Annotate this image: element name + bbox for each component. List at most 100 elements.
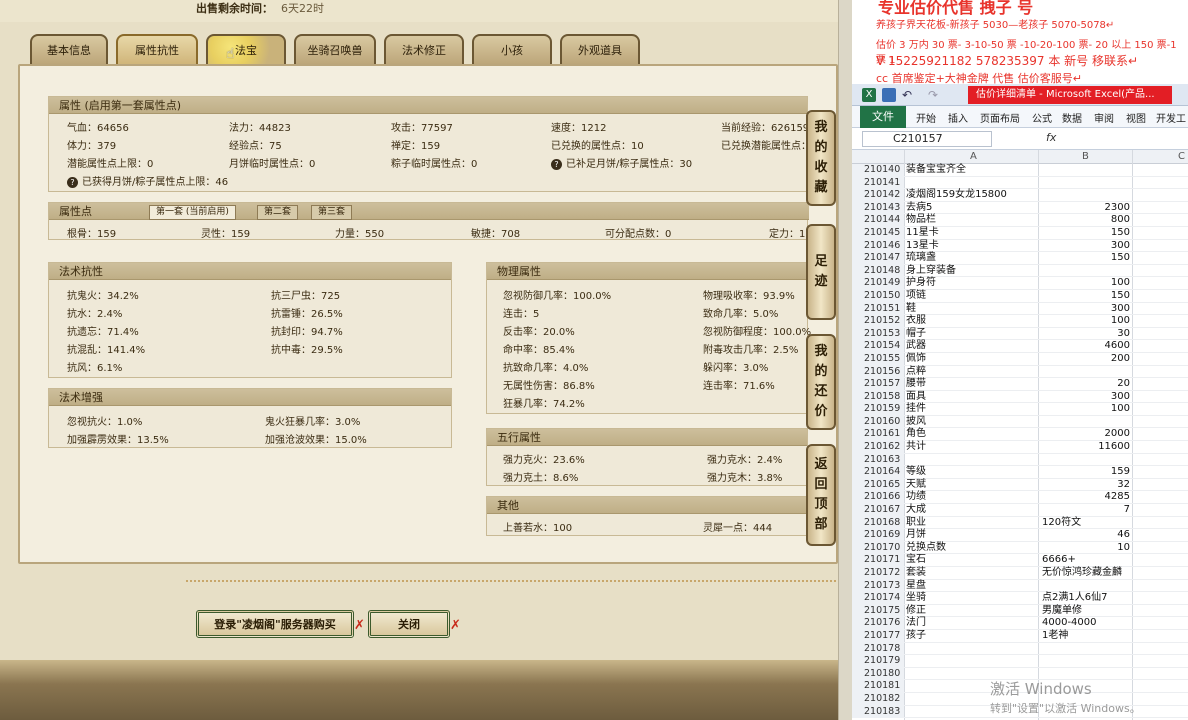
row-number[interactable]: 210181: [852, 680, 904, 693]
table-row[interactable]: 210177 孩子 1老神: [852, 629, 1188, 643]
table-row[interactable]: 210155 佩饰 200: [852, 352, 1188, 366]
save-icon[interactable]: [882, 88, 896, 102]
sheet-grid[interactable]: 210140 装备宝宝齐全 210141 210142 凌烟阁159女龙15800 210…: [852, 164, 1188, 719]
cell-a[interactable]: 天赋: [906, 479, 926, 492]
fx-icon[interactable]: fx: [1046, 131, 1056, 144]
cell-b[interactable]: 4285: [1040, 491, 1130, 504]
row-number[interactable]: 210143: [852, 201, 904, 215]
row-number[interactable]: 210183: [852, 705, 904, 719]
table-row[interactable]: 210145 11星卡 150: [852, 226, 1188, 240]
row-number[interactable]: 210173: [852, 579, 904, 593]
cell-a[interactable]: 鞋: [906, 303, 916, 316]
row-number[interactable]: 210170: [852, 541, 904, 555]
footprint-button[interactable]: 足迹: [806, 224, 836, 320]
table-row[interactable]: 210164 等级 159: [852, 466, 1188, 479]
cell-b[interactable]: 11600: [1040, 441, 1130, 454]
row-number[interactable]: 210166: [852, 491, 904, 505]
row-number[interactable]: 210148: [852, 264, 904, 278]
row-number[interactable]: 210165: [852, 478, 904, 492]
cell-a[interactable]: 11星卡: [906, 227, 939, 240]
row-number[interactable]: 210149: [852, 277, 904, 290]
cell-a[interactable]: 兑换点数: [906, 542, 946, 555]
row-number[interactable]: 210167: [852, 504, 904, 517]
cell-b[interactable]: 100: [1040, 315, 1130, 328]
cell-a[interactable]: 坐骑: [906, 592, 926, 605]
subtab-set-2[interactable]: 第二套: [257, 205, 299, 220]
cell-a[interactable]: 功绩: [906, 491, 926, 504]
cell-b[interactable]: 300: [1040, 240, 1130, 253]
table-row[interactable]: 210176 法门 4000-4000: [852, 617, 1188, 630]
table-row[interactable]: 210146 13星卡 300: [852, 239, 1188, 253]
row-number[interactable]: 210144: [852, 214, 904, 227]
ribbon-tab-review[interactable]: 审阅: [1094, 110, 1114, 125]
row-number[interactable]: 210151: [852, 302, 904, 316]
ribbon-tab-formulas[interactable]: 公式: [1032, 110, 1052, 125]
table-row[interactable]: 210149 护身符 100: [852, 277, 1188, 290]
table-row[interactable]: 210150 项链 150: [852, 289, 1188, 303]
column-header[interactable]: A: [970, 151, 977, 162]
cell-a[interactable]: 物品栏: [906, 214, 936, 227]
cell-a[interactable]: 衣服: [906, 315, 926, 328]
cell-a[interactable]: 琉璃盏: [906, 252, 936, 265]
row-number[interactable]: 210163: [852, 453, 904, 467]
cell-b[interactable]: 150: [1040, 252, 1130, 265]
row-number[interactable]: 210150: [852, 289, 904, 303]
question-icon[interactable]: ?: [67, 176, 78, 188]
tab-attributes-resist[interactable]: 属性抗性: [116, 34, 198, 64]
cell-a[interactable]: 点粹: [906, 366, 926, 379]
cell-a[interactable]: 护身符: [906, 277, 936, 290]
cell-b[interactable]: 46: [1040, 529, 1130, 542]
cell-a[interactable]: 装备宝宝齐全: [906, 164, 966, 177]
cell-a[interactable]: 面具: [906, 391, 926, 404]
row-number[interactable]: 210175: [852, 604, 904, 618]
row-number[interactable]: 210161: [852, 428, 904, 442]
table-row[interactable]: 210159 挂件 100: [852, 403, 1188, 416]
table-row[interactable]: 210156 点粹: [852, 365, 1188, 379]
cell-a[interactable]: 月饼: [906, 529, 926, 542]
row-number[interactable]: 210152: [852, 315, 904, 328]
tab-magic-treasure[interactable]: 法宝: [206, 34, 286, 64]
table-row[interactable]: 210144 物品栏 800: [852, 214, 1188, 227]
redo-icon[interactable]: ↷: [928, 88, 942, 102]
ribbon-tab-developer[interactable]: 开发工: [1156, 110, 1186, 125]
cell-b[interactable]: 4000-4000: [1042, 617, 1132, 630]
row-number[interactable]: 210178: [852, 642, 904, 656]
cell-b[interactable]: 100: [1040, 403, 1130, 416]
cell-b[interactable]: 20: [1040, 378, 1130, 391]
buy-button[interactable]: 登录"凌烟阁"服务器购买: [196, 610, 354, 638]
cell-a[interactable]: 项链: [906, 290, 926, 303]
table-row[interactable]: 210157 腰带 20: [852, 378, 1188, 391]
row-number[interactable]: 210180: [852, 667, 904, 681]
scrollbar[interactable]: [838, 0, 852, 720]
column-header[interactable]: B: [1082, 151, 1089, 162]
table-row[interactable]: 210158 面具 300: [852, 390, 1188, 404]
row-number[interactable]: 210155: [852, 352, 904, 366]
row-number[interactable]: 210182: [852, 692, 904, 706]
table-row[interactable]: 210174 坐骑 点2满1人6仙7: [852, 592, 1188, 605]
cell-a[interactable]: 帽子: [906, 328, 926, 341]
row-number[interactable]: 210158: [852, 390, 904, 404]
row-number[interactable]: 210169: [852, 529, 904, 542]
cell-b[interactable]: 点2满1人6仙7: [1042, 592, 1132, 605]
cell-b[interactable]: 300: [1040, 303, 1130, 316]
table-row[interactable]: 210166 功绩 4285: [852, 491, 1188, 505]
cell-b[interactable]: 6666+: [1042, 554, 1132, 567]
tab-appearance[interactable]: 外观道具: [560, 34, 640, 64]
cell-a[interactable]: 职业: [906, 517, 926, 530]
row-number[interactable]: 210176: [852, 617, 904, 630]
cell-a[interactable]: 披风: [906, 416, 926, 429]
table-row[interactable]: 210153 帽子 30: [852, 327, 1188, 341]
cell-b[interactable]: 300: [1040, 391, 1130, 404]
cell-b[interactable]: 159: [1040, 466, 1130, 479]
cell-b[interactable]: 150: [1040, 227, 1130, 240]
subtab-set-3[interactable]: 第三套: [311, 205, 353, 220]
table-row[interactable]: 210167 大成 7: [852, 504, 1188, 517]
cell-b[interactable]: 30: [1040, 328, 1130, 341]
cell-a[interactable]: 角色: [906, 428, 926, 441]
table-row[interactable]: 210154 武器 4600: [852, 340, 1188, 353]
table-row[interactable]: 210178: [852, 642, 1188, 656]
table-row[interactable]: 210147 琉璃盏 150: [852, 252, 1188, 265]
row-number[interactable]: 210159: [852, 403, 904, 416]
table-row[interactable]: 210140 装备宝宝齐全: [852, 164, 1188, 177]
ribbon-tab-view[interactable]: 视图: [1126, 110, 1146, 125]
